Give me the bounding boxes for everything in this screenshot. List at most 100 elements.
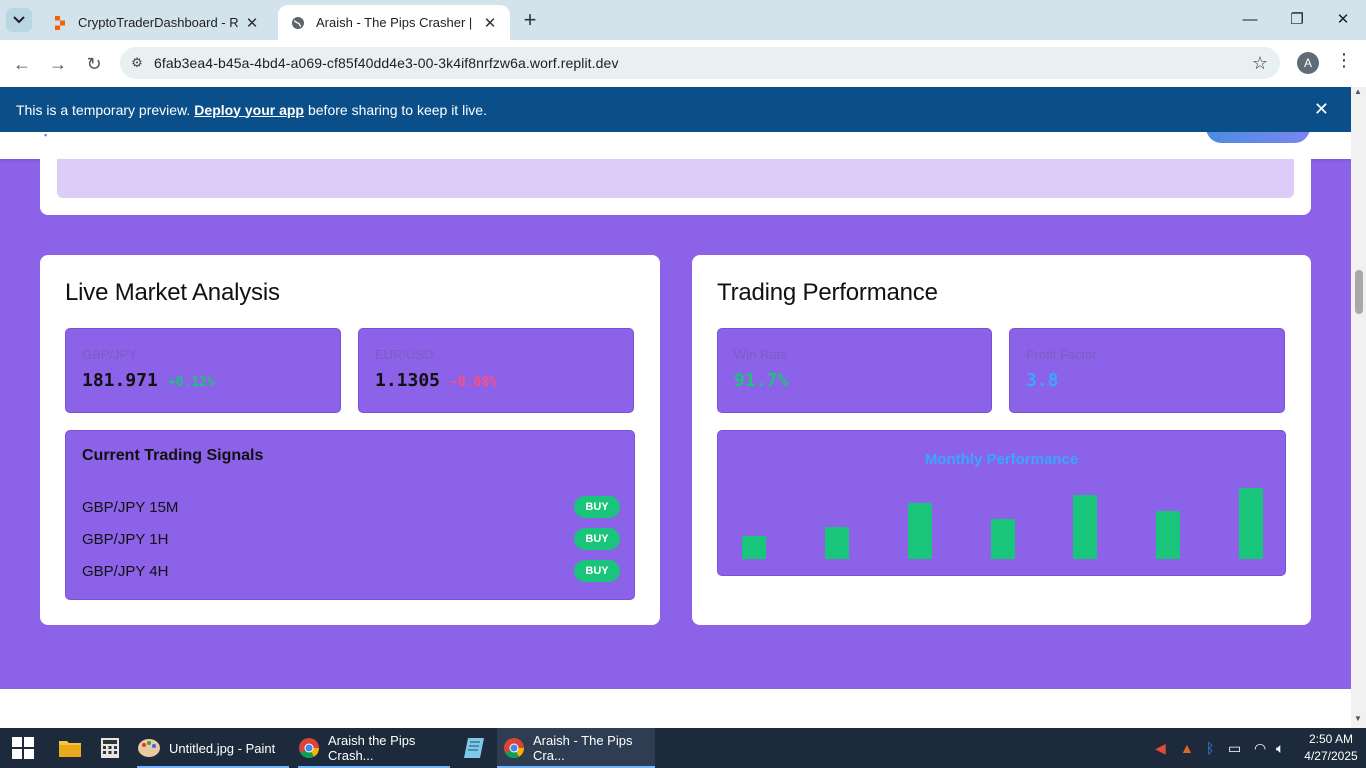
windows-icon — [12, 737, 34, 759]
stat-label: Win Rate — [734, 347, 788, 362]
pair-card-eurusd: EUR/USD 1.1305 -0.08% — [358, 328, 634, 413]
file-explorer-button[interactable] — [58, 728, 82, 768]
clock-time: 2:50 AM — [1308, 732, 1354, 746]
tab-araish[interactable]: Araish - The Pips Crasher | Cryp ✕ — [278, 5, 510, 40]
windows-taskbar: Untitled.jpg - Paint Araish the Pips Cra… — [0, 728, 1366, 768]
taskbar-label: Untitled.jpg - Paint — [169, 740, 276, 756]
url-text[interactable]: 6fab3ea4-b45a-4bd4-a069-cf85f40dd4e3-00-… — [154, 55, 619, 71]
taskbar-item-chrome-1[interactable]: Araish the Pips Crash... — [298, 728, 450, 768]
back-icon[interactable]: ← — [10, 52, 34, 76]
chart-bar — [1073, 495, 1098, 559]
pair-label: GBP/JPY — [82, 347, 137, 362]
scroll-down-icon[interactable]: ▼ — [1354, 714, 1362, 723]
reload-icon[interactable]: ↻ — [82, 52, 106, 76]
win-rate-card: Win Rate 91.7% — [717, 328, 992, 413]
close-window-icon[interactable]: ✕ — [1331, 8, 1355, 32]
chart-bar — [824, 527, 849, 559]
signals-title: Current Trading Signals — [82, 447, 264, 464]
chart-bar — [742, 536, 766, 559]
top-card — [40, 159, 1311, 215]
pair-change: +0.12% — [167, 375, 215, 390]
more-menu-icon[interactable]: ⋮ — [1335, 50, 1353, 71]
buy-badge[interactable]: BUY — [574, 496, 620, 518]
header-button[interactable] — [1206, 132, 1310, 143]
card-title: Live Market Analysis — [65, 279, 280, 306]
tab-title: CryptoTraderDashboard - Replit — [78, 15, 238, 30]
calculator-button[interactable] — [100, 728, 120, 768]
start-button[interactable] — [12, 728, 34, 768]
logo-fragment: ▪ — [44, 132, 48, 140]
battery-icon[interactable]: ▭ — [1228, 728, 1241, 768]
card-title: Trading Performance — [717, 279, 938, 306]
clock-date: 4/27/2025 — [1304, 749, 1358, 763]
signal-row: GBP/JPY 4H BUY — [82, 560, 620, 582]
speaker-icon[interactable]: 🔈︎ — [1276, 728, 1284, 768]
chevron-down-icon — [13, 16, 25, 24]
bluetooth-icon[interactable]: ᛒ — [1206, 728, 1214, 768]
globe-icon — [290, 15, 306, 31]
forward-icon[interactable]: → — [46, 52, 70, 76]
notepad-icon — [464, 738, 484, 758]
taskbar-item-paint[interactable]: Untitled.jpg - Paint — [137, 728, 289, 768]
taskbar-label: Araish - The Pips Cra... — [533, 733, 633, 763]
star-icon[interactable]: ☆ — [1252, 53, 1268, 74]
close-icon[interactable]: ✕ — [244, 14, 260, 32]
new-tab-icon[interactable]: + — [518, 9, 542, 33]
signal-pair: GBP/JPY 1H — [82, 530, 169, 548]
tab-crypto-dashboard[interactable]: CryptoTraderDashboard - Replit ✕ — [40, 5, 272, 40]
chrome-icon — [298, 736, 320, 760]
buy-badge[interactable]: BUY — [574, 528, 620, 550]
pair-change: -0.08% — [450, 375, 497, 390]
deploy-link[interactable]: Deploy your app — [194, 102, 304, 118]
system-clock[interactable]: 2:50 AM 4/27/2025 — [1300, 731, 1362, 765]
tab-search-button[interactable] — [6, 8, 32, 32]
folder-icon — [59, 741, 81, 757]
signal-pair: GBP/JPY 15M — [82, 498, 179, 516]
stat-value: 3.8 — [1026, 370, 1059, 391]
pair-label: EUR/USD — [375, 347, 434, 362]
volume-muted-icon[interactable]: ◀ — [1155, 728, 1166, 768]
close-icon[interactable]: ✕ — [1314, 99, 1329, 120]
close-icon[interactable]: ✕ — [482, 14, 498, 32]
signal-row: GBP/JPY 1H BUY — [82, 528, 620, 550]
market-analysis-card: Live Market Analysis GBP/JPY 181.971 +0.… — [40, 255, 660, 625]
chart-bar — [1239, 488, 1263, 559]
buy-badge[interactable]: BUY — [574, 560, 620, 582]
chart-bar — [1156, 511, 1181, 559]
trading-performance-card: Trading Performance Win Rate 91.7% Profi… — [692, 255, 1311, 625]
banner-text: This is a temporary preview. — [16, 101, 191, 118]
tab-title: Araish - The Pips Crasher | Cryp — [316, 15, 476, 30]
app-tray-icon[interactable]: ▲ — [1180, 728, 1194, 768]
calculator-icon — [101, 738, 119, 758]
chrome-icon — [503, 736, 525, 760]
scroll-thumb[interactable] — [1355, 270, 1363, 314]
signals-panel: Current Trading Signals GBP/JPY 15M BUY … — [65, 430, 635, 600]
pair-card-gbpjpy: GBP/JPY 181.971 +0.12% — [65, 328, 341, 413]
site-settings-icon[interactable]: ⚙ — [120, 55, 154, 71]
replit-icon — [52, 15, 68, 31]
bar-area — [718, 431, 1287, 577]
profile-avatar[interactable]: A — [1297, 52, 1319, 74]
browser-tab-bar: CryptoTraderDashboard - Replit ✕ Araish … — [0, 0, 1366, 40]
footer-strip — [0, 689, 1351, 728]
preview-banner: This is a temporary preview. Deploy your… — [0, 87, 1351, 132]
banner-text-suffix: before sharing to keep it live. — [307, 101, 487, 118]
profit-factor-card: Profit Factor 3.8 — [1009, 328, 1285, 413]
address-bar[interactable]: ⚙ 6fab3ea4-b45a-4bd4-a069-cf85f40dd4e3-0… — [120, 47, 1280, 79]
pair-price: 181.971 — [82, 370, 158, 391]
monthly-performance-chart: Monthly Performance — [717, 430, 1286, 576]
wifi-icon[interactable]: ◠ — [1254, 728, 1266, 768]
taskbar-item-chrome-2[interactable]: Araish - The Pips Cra... — [497, 728, 655, 768]
stat-value: 91.7% — [734, 370, 789, 391]
pair-price: 1.1305 — [375, 370, 441, 391]
restore-icon[interactable]: ❐ — [1285, 8, 1309, 32]
scroll-up-icon[interactable]: ▲ — [1354, 87, 1362, 96]
site-header: ▪ — [0, 132, 1351, 159]
chart-bar — [907, 503, 932, 559]
page-scrollbar[interactable]: ▲ ▼ — [1351, 87, 1366, 728]
top-card-inner — [57, 159, 1294, 198]
notepad-button[interactable] — [462, 728, 486, 768]
taskbar-label: Araish the Pips Crash... — [328, 733, 416, 763]
signal-row: GBP/JPY 15M BUY — [82, 496, 620, 518]
minimize-icon[interactable]: — — [1238, 8, 1262, 32]
